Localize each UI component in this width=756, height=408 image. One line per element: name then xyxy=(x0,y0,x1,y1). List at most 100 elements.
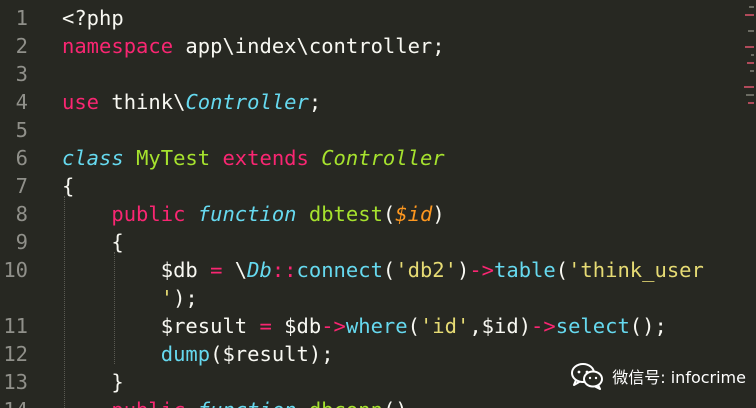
line-number: 12 xyxy=(3,342,28,366)
code-line[interactable]: 8 public function dbtest($id) xyxy=(0,200,756,228)
indent-guide xyxy=(114,252,115,364)
code-token: (); xyxy=(629,314,667,338)
code-token: 'think_user xyxy=(568,258,704,282)
line-number: 11 xyxy=(3,314,28,338)
code-text: } xyxy=(62,368,124,396)
code-token: MyTest xyxy=(136,146,211,170)
code-text: public function dbconn() xyxy=(62,396,408,408)
line-number: 7 xyxy=(15,174,28,198)
code-line[interactable]: 5 xyxy=(0,116,756,144)
line-number: 14 xyxy=(0,396,28,408)
line-number: 9 xyxy=(15,230,28,254)
line-number: 1 xyxy=(15,6,28,30)
indent-guide xyxy=(64,196,65,408)
code-token: class xyxy=(62,146,124,170)
code-token: :: xyxy=(271,258,297,282)
code-text: $db = \Db::connect('db2')->table('think_… xyxy=(62,256,704,284)
code-token: -> xyxy=(469,258,495,282)
line-number: 2 xyxy=(15,34,28,58)
code-token: 'db2' xyxy=(395,258,457,282)
code-token: select xyxy=(555,314,630,338)
line-number: 8 xyxy=(15,202,28,226)
code-token: { xyxy=(62,174,75,198)
code-token: Controller xyxy=(321,146,445,170)
code-line[interactable]: 14 public function dbconn() xyxy=(0,396,756,408)
line-number: 4 xyxy=(15,90,28,114)
code-text: public function dbtest($id) xyxy=(62,200,445,228)
code-token: namespace xyxy=(62,34,174,58)
code-token: ) xyxy=(432,202,445,226)
minimap[interactable] xyxy=(742,0,756,130)
code-token: ' xyxy=(160,286,174,310)
code-token: <?php xyxy=(62,6,124,30)
code-text: '); xyxy=(62,284,198,312)
code-token: think\ xyxy=(99,90,186,114)
code-token: -> xyxy=(321,314,346,338)
code-token: dbtest xyxy=(308,202,383,226)
wechat-icon xyxy=(570,362,604,390)
code-token: ) xyxy=(456,258,470,282)
code-token: ($result); xyxy=(210,342,334,366)
code-token: public xyxy=(111,202,186,226)
code-token: where xyxy=(345,314,408,338)
code-text: dump($result); xyxy=(62,340,334,368)
code-token: } xyxy=(62,370,124,394)
code-token: { xyxy=(62,230,124,254)
code-token: ,$id) xyxy=(469,314,532,338)
watermark-text: 微信号: infocrime xyxy=(612,368,746,387)
code-line[interactable]: 3 xyxy=(0,60,756,88)
code-line[interactable]: 6 class MyTest extends Controller xyxy=(0,144,756,172)
line-number: 6 xyxy=(15,146,28,170)
code-token: Db xyxy=(247,258,272,282)
code-line[interactable]: 2 namespace app\index\controller; xyxy=(0,32,756,60)
code-token: $db xyxy=(62,258,211,282)
line-number: 3 xyxy=(15,62,28,86)
code-text: namespace app\index\controller; xyxy=(62,32,445,60)
code-token: $id xyxy=(395,202,433,226)
code-editor[interactable]: 1 <?php 2 namespace app\index\controller; 3 4… xyxy=(0,0,756,408)
code-token: extends xyxy=(222,146,309,170)
code-line[interactable]: 4 use think\Controller; xyxy=(0,88,756,116)
code-token: -> xyxy=(531,314,556,338)
code-text: <?php xyxy=(62,4,124,32)
line-number: 13 xyxy=(3,370,28,394)
code-token: dbconn xyxy=(309,398,383,408)
code-token: = xyxy=(259,314,272,338)
code-text: class MyTest extends Controller xyxy=(62,144,445,172)
code-token: function xyxy=(197,202,297,226)
code-token: function xyxy=(198,398,297,408)
wechat-watermark: 微信号: infocrime xyxy=(570,362,746,390)
code-text: $result = $db->where('id',$id)->select()… xyxy=(62,312,667,340)
code-token: table xyxy=(494,258,556,282)
line-number: 10 xyxy=(3,258,28,282)
code-token: ( xyxy=(555,258,569,282)
code-token: () xyxy=(383,398,408,408)
code-token: use xyxy=(62,90,100,114)
code-token: public xyxy=(111,398,185,408)
code-token: ( xyxy=(382,202,396,226)
code-text: use think\Controller; xyxy=(62,88,321,116)
code-line[interactable]: 7{ xyxy=(0,172,756,200)
code-token: = xyxy=(210,258,223,282)
code-token: $db xyxy=(271,314,322,338)
code-token: $result xyxy=(62,314,260,338)
code-token: dump xyxy=(160,342,211,366)
code-line[interactable]: 1 <?php xyxy=(0,4,756,32)
code-token: 'id' xyxy=(419,314,470,338)
line-number: 5 xyxy=(15,118,28,142)
code-token: ( xyxy=(382,258,396,282)
code-token: \ xyxy=(222,258,248,282)
code-token: app\index\controller; xyxy=(173,34,445,58)
code-token: Controller xyxy=(185,90,309,114)
